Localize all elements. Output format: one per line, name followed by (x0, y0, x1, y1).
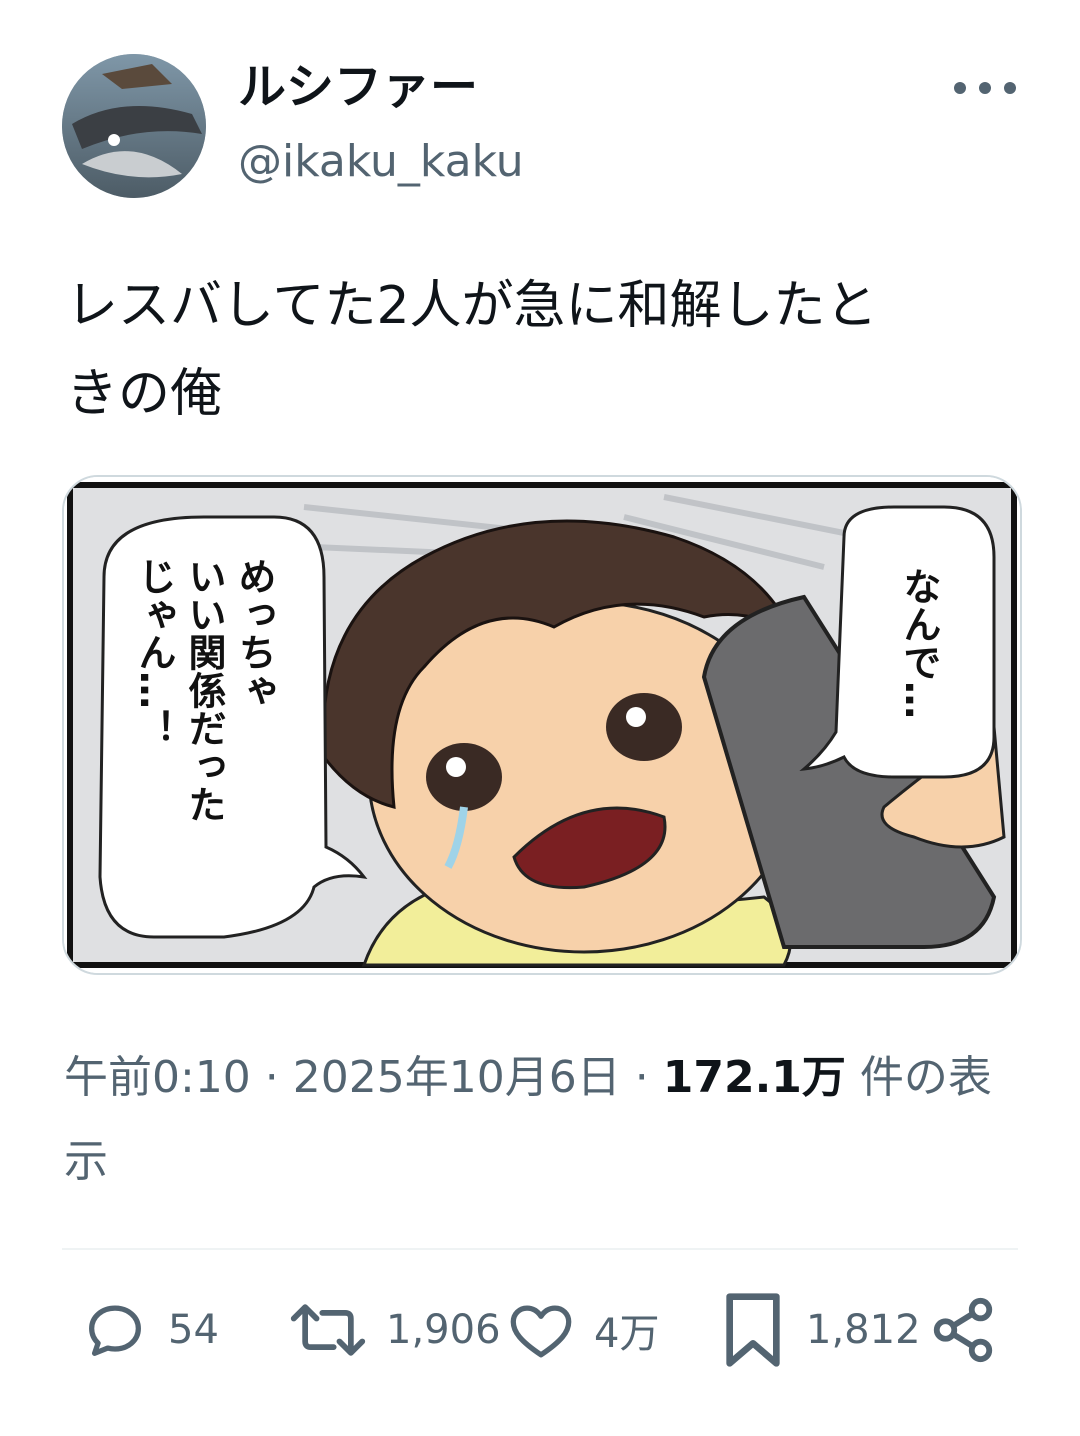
like-icon (506, 1295, 576, 1365)
meta-separator: · (250, 1052, 293, 1103)
bookmark-icon (718, 1290, 788, 1370)
action-bar: 54 1,906 4万 1,812 (62, 1290, 1018, 1370)
reply-icon (80, 1295, 150, 1365)
meta-separator-2: · (620, 1052, 663, 1103)
share-icon (928, 1295, 998, 1365)
reply-button[interactable]: 54 (80, 1290, 219, 1370)
more-icon[interactable] (954, 68, 1016, 108)
tweet-meta: 午前0:10 · 2025年10月6日 · 172.1万 件の表示 (64, 1036, 1024, 1204)
divider (62, 1248, 1018, 1250)
like-button[interactable]: 4万 (506, 1290, 659, 1370)
tweet-time[interactable]: 午前0:10 (64, 1052, 251, 1103)
repost-icon (288, 1295, 368, 1365)
user-handle[interactable]: @ikaku_kaku (238, 132, 524, 192)
display-name[interactable]: ルシファー (238, 56, 478, 118)
repost-button[interactable]: 1,906 (288, 1290, 501, 1370)
share-button[interactable] (928, 1290, 998, 1370)
like-count: 4万 (594, 1311, 660, 1357)
tweet-media-image[interactable]: なんで… めっちゃ いい関係だった じゃん…！ (62, 475, 1022, 975)
balloon-left-line-2: いい関係だった (182, 557, 226, 823)
tweet-date[interactable]: 2025年10月6日 (293, 1052, 621, 1103)
balloon-left-line-1: めっちゃ (232, 557, 276, 709)
repost-count: 1,906 (386, 1307, 501, 1353)
bookmark-button[interactable]: 1,812 (718, 1290, 921, 1370)
avatar[interactable] (62, 54, 206, 198)
reply-count: 54 (168, 1307, 219, 1353)
views-count: 172.1万 (662, 1052, 846, 1103)
bookmark-count: 1,812 (806, 1307, 921, 1353)
tweet-text: レスバしてた2人が急に和解したと きの俺 (66, 276, 878, 424)
balloon-right-text: なんで… (897, 567, 941, 719)
balloon-left-line-3: じゃん…！ (132, 557, 176, 747)
